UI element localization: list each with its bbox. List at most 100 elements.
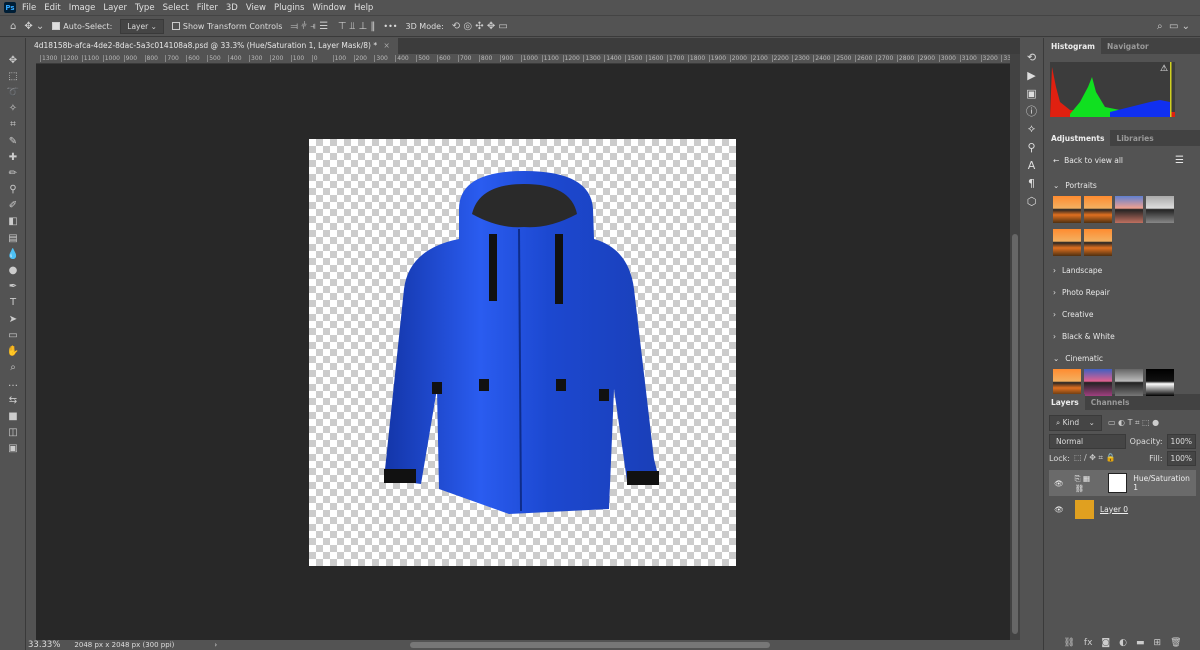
menu-3d[interactable]: 3D — [226, 3, 238, 13]
clone-source-icon[interactable]: ⚲ — [1020, 138, 1043, 156]
marquee-tool-icon[interactable]: ⬚ — [0, 68, 26, 84]
foreground-background-icon[interactable]: ■ — [0, 408, 26, 424]
3d-tools-icons[interactable]: ⟲ ◎ ✣ ✥ ▭ — [452, 21, 508, 32]
adjustment-preset-thumbnail[interactable] — [1146, 369, 1174, 396]
crop-tool-icon[interactable]: ⌗ — [0, 117, 26, 133]
show-transform-checkbox[interactable]: Show Transform Controls — [171, 22, 282, 31]
menu-plugins[interactable]: Plugins — [274, 3, 304, 13]
opacity-field[interactable]: 100% — [1166, 433, 1196, 449]
lasso-tool-icon[interactable]: ➰ — [0, 84, 26, 100]
paths-icon[interactable]: ⟡ — [1020, 120, 1043, 138]
magic-wand-icon[interactable]: ✧ — [0, 101, 26, 117]
list-view-icon[interactable]: ☰ — [1175, 155, 1184, 166]
visibility-eye-icon[interactable]: 👁 — [1049, 479, 1069, 488]
home-icon[interactable]: ⌂ — [10, 21, 16, 32]
tab-navigator[interactable]: Navigator — [1101, 38, 1155, 54]
character-icon[interactable]: A — [1020, 156, 1043, 174]
dodge-tool-icon[interactable]: ● — [0, 262, 26, 278]
filter-type-icons[interactable]: ▭ ◐ T ⌗ ⬚ ● — [1108, 418, 1159, 428]
status-nav-arrow[interactable]: › — [214, 641, 217, 649]
back-to-view-all-link[interactable]: ← Back to view all ☰ — [1045, 146, 1200, 174]
zoom-tool-icon[interactable]: ⌕ — [0, 360, 26, 376]
tab-layers[interactable]: Layers — [1045, 394, 1085, 410]
new-adjustment-icon[interactable]: ◐ — [1119, 638, 1127, 648]
adjustment-preset-thumbnail[interactable] — [1053, 369, 1081, 396]
horizontal-scrollbar[interactable] — [410, 642, 770, 648]
menu-layer[interactable]: Layer — [103, 3, 127, 13]
adjustment-preset-thumbnail[interactable] — [1084, 229, 1112, 256]
menu-filter[interactable]: Filter — [197, 3, 218, 13]
delete-layer-icon[interactable]: 🗑 — [1170, 638, 1181, 648]
auto-select-target-dropdown[interactable]: Layer ⌄ — [120, 18, 164, 34]
blend-mode-dropdown[interactable]: Normal — [1049, 433, 1126, 449]
layer-mask-thumbnail[interactable] — [1107, 473, 1128, 493]
adjustment-section-black-white[interactable]: › Black & White — [1045, 325, 1200, 347]
layer-row-layer-0[interactable]: 👁 Layer 0 — [1049, 496, 1196, 522]
new-layer-icon[interactable]: ⊞ — [1154, 638, 1162, 648]
eraser-tool-icon[interactable]: ◧ — [0, 214, 26, 230]
more-options-button[interactable]: ••• — [383, 22, 397, 31]
document-canvas[interactable] — [309, 139, 736, 566]
quick-mask-icon[interactable]: ◫ — [0, 424, 26, 440]
adjustment-preset-thumbnail[interactable] — [1115, 196, 1143, 223]
swap-colors-icon[interactable]: ⇆ — [0, 392, 26, 408]
more-tools-icon[interactable]: … — [0, 376, 26, 392]
actions-play-icon[interactable]: ▶ — [1020, 66, 1043, 84]
adjustment-section-creative[interactable]: › Creative — [1045, 303, 1200, 325]
close-tab-icon[interactable]: × — [384, 41, 390, 50]
auto-select-checkbox[interactable]: Auto-Select: — [52, 22, 112, 31]
new-group-icon[interactable]: ▬ — [1136, 638, 1145, 648]
zoom-level[interactable]: 33.33% — [28, 640, 60, 650]
menu-file[interactable]: File — [22, 3, 36, 13]
menu-select[interactable]: Select — [163, 3, 189, 13]
gradient-tool-icon[interactable]: ▤ — [0, 230, 26, 246]
type-tool-icon[interactable]: T — [0, 295, 26, 311]
pen-tool-icon[interactable]: ✒ — [0, 279, 26, 295]
search-icon[interactable]: ⌕ ▭ ⌄ — [1157, 21, 1190, 32]
move-tool-icon[interactable]: ✥ ⌄ — [24, 21, 44, 32]
menu-help[interactable]: Help — [354, 3, 373, 13]
3d-icon[interactable]: ⬡ — [1020, 192, 1043, 210]
adjustment-preset-thumbnail[interactable] — [1084, 196, 1112, 223]
info-icon[interactable]: ⓘ — [1020, 102, 1043, 120]
history-icon[interactable]: ⟲ — [1020, 48, 1043, 66]
layer-filter-dropdown[interactable]: ⌕ Kind ⌄ — [1049, 415, 1102, 431]
tab-histogram[interactable]: Histogram — [1045, 38, 1101, 54]
menu-window[interactable]: Window — [312, 3, 346, 13]
blur-tool-icon[interactable]: 💧 — [0, 246, 26, 262]
paragraph-icon[interactable]: ¶ — [1020, 174, 1043, 192]
adjustment-preset-thumbnail[interactable] — [1146, 196, 1174, 223]
libraries-icon[interactable]: ▣ — [1020, 84, 1043, 102]
tab-adjustments[interactable]: Adjustments — [1045, 130, 1111, 146]
brush-tool-icon[interactable]: ✏ — [0, 165, 26, 181]
menu-view[interactable]: View — [246, 3, 266, 13]
adjustment-preset-thumbnail[interactable] — [1053, 229, 1081, 256]
tab-channels[interactable]: Channels — [1085, 394, 1136, 410]
layer-name[interactable]: Layer 0 — [1100, 505, 1128, 514]
clone-stamp-icon[interactable]: ⚲ — [0, 182, 26, 198]
fx-icon[interactable]: fx — [1084, 638, 1093, 648]
add-mask-icon[interactable]: ◙ — [1101, 638, 1110, 648]
spot-healing-icon[interactable]: ✚ — [0, 149, 26, 165]
adjustment-section-landscape[interactable]: › Landscape — [1045, 259, 1200, 281]
link-layers-icon[interactable]: ⛓ — [1063, 638, 1074, 648]
hand-tool-icon[interactable]: ✋ — [0, 343, 26, 359]
adjustment-preset-thumbnail[interactable] — [1084, 369, 1112, 396]
adjustment-section-cinematic[interactable]: ⌄ Cinematic — [1045, 347, 1200, 369]
layer-row-hue-saturation[interactable]: 👁 ⎘ ▦ ⛓ Hue/Saturation 1 — [1049, 470, 1196, 496]
align-icons[interactable]: ⫤ ⫩ ⫣ ☰ ⊤ ⫫ ⊥ ‖ — [290, 21, 375, 32]
adjustment-preset-thumbnail[interactable] — [1053, 196, 1081, 223]
histogram-warning-icon[interactable]: ⚠ — [1160, 64, 1168, 74]
eyedropper-icon[interactable]: ✎ — [0, 133, 26, 149]
visibility-eye-icon[interactable]: 👁 — [1049, 505, 1069, 514]
document-tab[interactable]: 4d18158b-afca-4de2-8dac-5a3c014108a8.psd… — [26, 38, 398, 54]
screen-mode-icon[interactable]: ▣ — [0, 441, 26, 457]
adjustment-preset-thumbnail[interactable] — [1115, 369, 1143, 396]
lock-icons[interactable]: ⬚ ∕ ✥ ⌗ 🔒 — [1074, 453, 1116, 463]
path-selection-icon[interactable]: ➤ — [0, 311, 26, 327]
rectangle-tool-icon[interactable]: ▭ — [0, 327, 26, 343]
layer-name[interactable]: Hue/Saturation 1 — [1133, 474, 1196, 492]
menu-image[interactable]: Image — [69, 3, 96, 13]
adjustment-section-portraits[interactable]: ⌄ Portraits — [1045, 174, 1200, 196]
history-brush-icon[interactable]: ✐ — [0, 198, 26, 214]
